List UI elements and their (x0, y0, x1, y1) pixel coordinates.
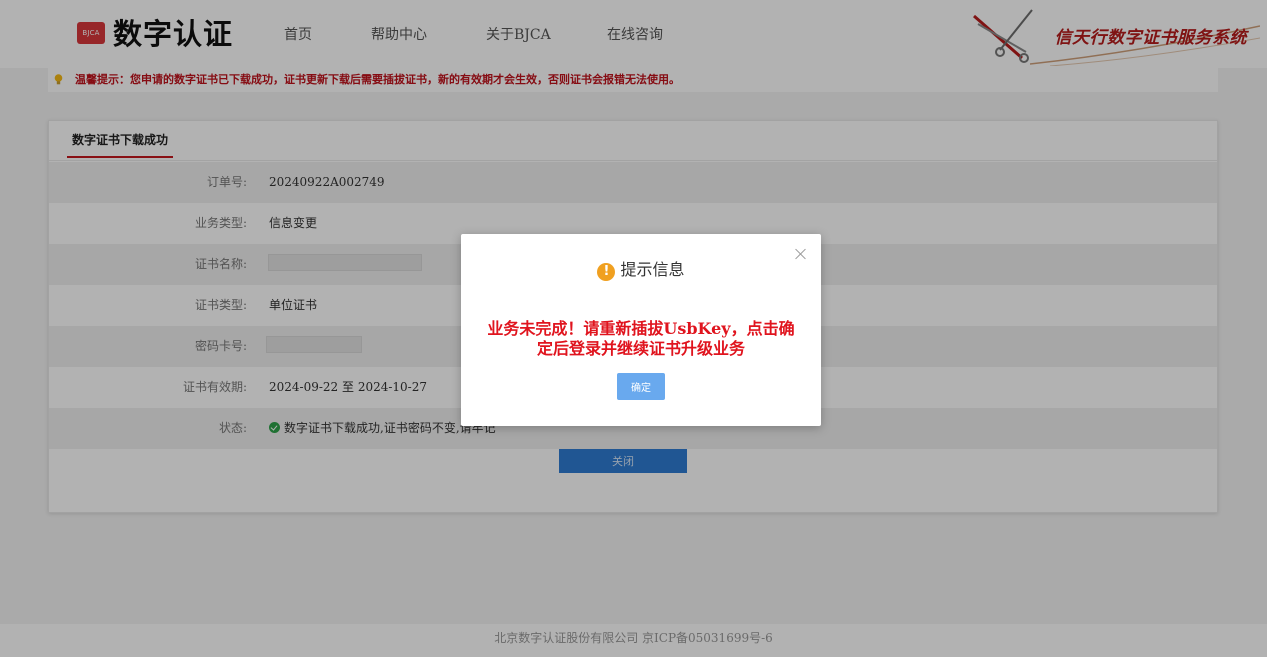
dialog-message: 业务未完成！请重新插拔UsbKey，点击确定后登录并继续证书升级业务 (487, 319, 795, 358)
dialog-header: ! 提示信息 (461, 259, 821, 281)
confirm-button[interactable]: 确定 (617, 373, 665, 400)
warning-icon: ! (597, 263, 616, 281)
tip-dialog: ! 提示信息 业务未完成！请重新插拔UsbKey，点击确定后登录并继续证书升级业务… (461, 234, 821, 426)
dialog-title: 提示信息 (620, 260, 685, 279)
